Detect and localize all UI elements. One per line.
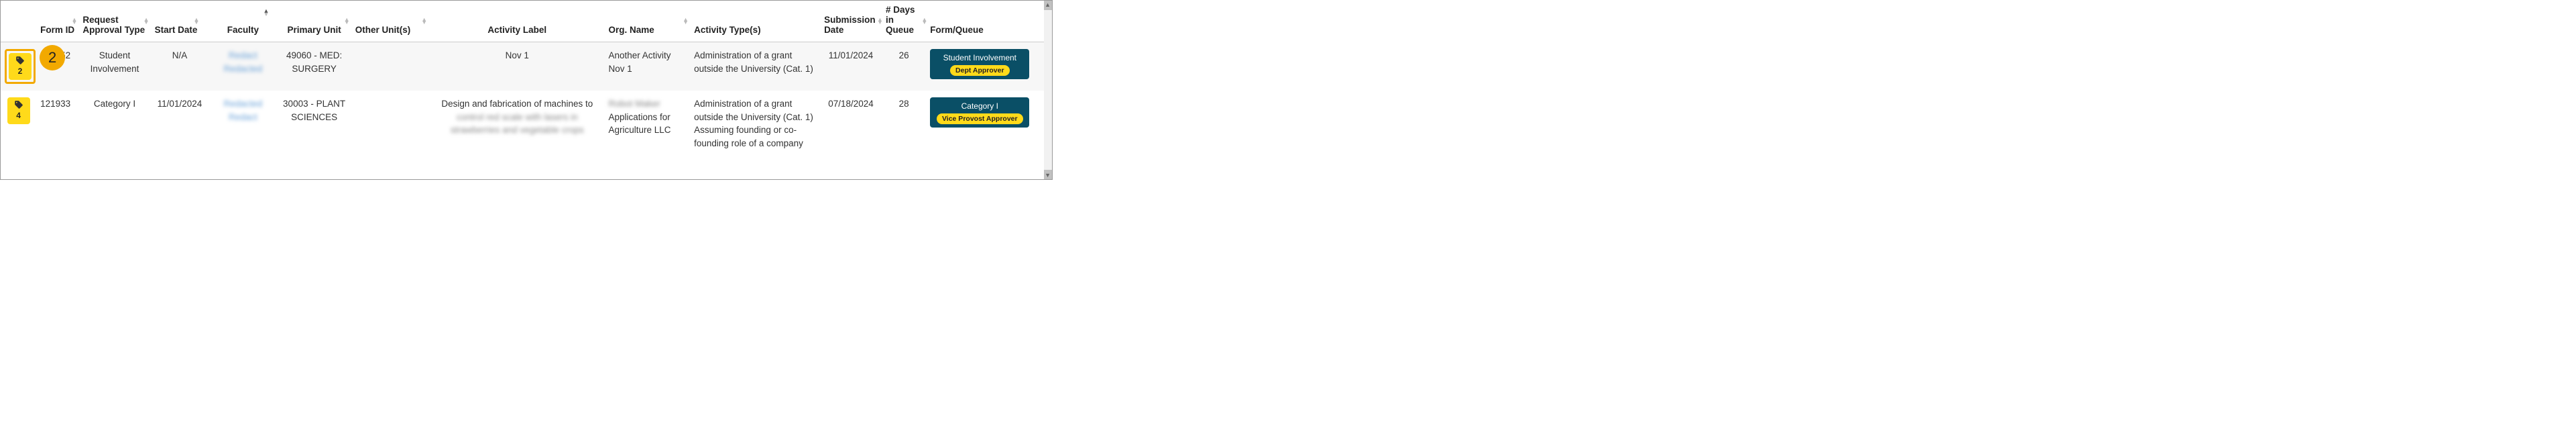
approval-queue-panel: ▲ ▼ Form ID▲▼ Request Approval Type▲▼ St… — [0, 0, 1053, 180]
col-header-approval-type[interactable]: Request Approval Type▲▼ — [78, 1, 150, 42]
tag-button[interactable]: 4 — [7, 97, 30, 124]
primary-unit-cell: 30003 - PLANT SCIENCES — [277, 91, 351, 156]
col-header-org-name[interactable]: Org. Name▲▼ — [604, 1, 690, 42]
col-header-form-queue[interactable]: Form/Queue — [926, 1, 1044, 42]
form-queue-main: Student Involvement — [943, 52, 1016, 64]
org-name-cell: Another Activity Nov 1 — [604, 42, 690, 91]
col-header-days-in-queue[interactable]: # Days in Queue▲▼ — [882, 1, 926, 42]
form-id-cell: 121933 — [36, 91, 78, 156]
start-date-cell: 11/01/2024 — [151, 91, 209, 156]
days-in-queue-cell: 26 — [882, 42, 926, 91]
col-header-submission-date[interactable]: Submission Date▲▼ — [820, 1, 882, 42]
form-queue-role: Vice Provost Approver — [937, 113, 1023, 125]
form-queue-cell: Student Involvement Dept Approver — [926, 42, 1044, 91]
faculty-cell[interactable]: Redacted Redact — [209, 91, 277, 156]
col-header-other-units[interactable]: Other Unit(s)▲▼ — [351, 1, 430, 42]
col-header-activity-types[interactable]: Activity Type(s) — [690, 1, 820, 42]
scrollbar-down[interactable]: ▼ — [1044, 170, 1052, 179]
approval-type-cell: Student Involvement — [78, 42, 150, 91]
submission-date-cell: 11/01/2024 — [820, 42, 882, 91]
scrollbar-track[interactable]: ▲ ▼ — [1044, 1, 1052, 179]
faculty-cell[interactable]: Redact Redacted — [209, 42, 277, 91]
approval-type-cell: Category I — [78, 91, 150, 156]
tag-count: 2 — [18, 66, 23, 77]
org-name-cell: Robot Maker Applications for Agriculture… — [604, 91, 690, 156]
form-queue-main: Category I — [961, 101, 998, 112]
start-date-cell: N/A — [151, 42, 209, 91]
table-header-row: Form ID▲▼ Request Approval Type▲▼ Start … — [1, 1, 1044, 42]
form-queue-role: Dept Approver — [950, 65, 1010, 77]
col-header-start-date[interactable]: Start Date▲▼ — [151, 1, 209, 42]
activity-types-cell: Administration of a grant outside the Un… — [690, 91, 820, 156]
approval-table: Form ID▲▼ Request Approval Type▲▼ Start … — [1, 1, 1044, 156]
form-queue-button[interactable]: Category I Vice Provost Approver — [930, 97, 1029, 128]
activity-label-cell: Nov 1 — [430, 42, 604, 91]
table-row: 2 136252 2 Student Involvement N/A Redac… — [1, 42, 1044, 91]
col-header-tag — [1, 1, 36, 42]
form-queue-cell: Category I Vice Provost Approver — [926, 91, 1044, 156]
tag-button-highlight: 2 — [5, 49, 36, 84]
scrollbar-up[interactable]: ▲ — [1044, 1, 1052, 10]
tag-button[interactable]: 2 — [9, 53, 32, 80]
primary-unit-cell: 49060 - MED: SURGERY — [277, 42, 351, 91]
activity-types-cell: Administration of a grant outside the Un… — [690, 42, 820, 91]
submission-date-cell: 07/18/2024 — [820, 91, 882, 156]
table-row: 4 121933 Category I 11/01/2024 Redacted … — [1, 91, 1044, 156]
form-queue-button[interactable]: Student Involvement Dept Approver — [930, 49, 1029, 79]
days-in-queue-cell: 28 — [882, 91, 926, 156]
col-header-primary-unit[interactable]: Primary Unit▲▼ — [277, 1, 351, 42]
activity-label-cell: Design and fabrication of machines to co… — [430, 91, 604, 156]
col-header-activity-label[interactable]: Activity Label — [430, 1, 604, 42]
annotation-callout: 2 — [40, 45, 65, 70]
other-units-cell — [351, 42, 430, 91]
form-id-cell: 136252 2 — [36, 42, 78, 91]
tag-icon — [15, 56, 25, 65]
tag-count: 4 — [16, 110, 21, 121]
col-header-form-id[interactable]: Form ID▲▼ — [36, 1, 78, 42]
col-header-faculty[interactable]: Faculty▲▼ — [209, 1, 277, 42]
tag-icon — [14, 100, 23, 109]
other-units-cell — [351, 91, 430, 156]
